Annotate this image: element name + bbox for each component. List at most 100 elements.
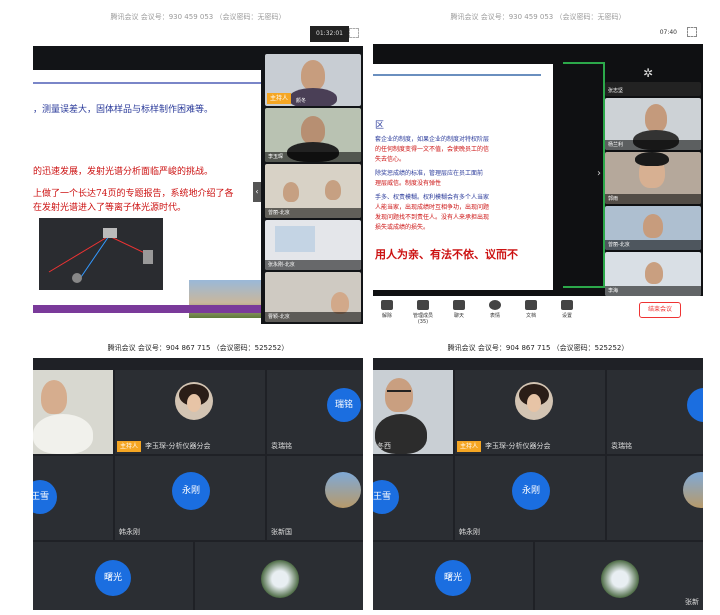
participant-tile[interactable]: 郭雨 bbox=[605, 152, 701, 204]
participant-tile[interactable]: 张志坚 bbox=[605, 82, 701, 96]
participant-tile[interactable]: 曾丽-北京 bbox=[605, 206, 701, 250]
toolbar-label: 聊天 bbox=[453, 313, 464, 319]
emoji-button[interactable]: 表情 bbox=[481, 300, 509, 319]
participant-photo bbox=[515, 382, 553, 420]
members-icon bbox=[417, 300, 429, 310]
participant-tile[interactable]: 李玉琛 bbox=[265, 108, 361, 162]
participant-tile[interactable]: 主持人 颜冬 bbox=[265, 54, 361, 106]
participant-tile[interactable] bbox=[195, 542, 363, 610]
collapse-arrow-icon[interactable]: › bbox=[597, 168, 601, 179]
host-tag: 主持人 bbox=[267, 93, 292, 104]
participant-name: 曾丽-北京 bbox=[265, 208, 361, 218]
host-tag: 主持人 bbox=[457, 441, 482, 452]
glasses-icon bbox=[387, 390, 411, 396]
participant-face bbox=[41, 380, 67, 414]
participant-tile[interactable]: 张永刚-北京 bbox=[265, 220, 361, 270]
participant-name: 李玉琛-分析仪器分会 bbox=[145, 442, 211, 450]
participant-tile[interactable]: 李海 bbox=[605, 252, 701, 296]
participant-name: 杨兰利 bbox=[605, 140, 701, 150]
toolbar-label: 解除 bbox=[381, 313, 392, 319]
participant-tile[interactable]: 王雪 bbox=[33, 456, 113, 540]
slide-line: ，测量误差大，固体样品与标样制作困难等。 bbox=[33, 105, 214, 115]
slide-line: 除奖惩成绩的标准，管理层应在员工面前 bbox=[375, 170, 484, 177]
chat-icon bbox=[453, 300, 465, 310]
fullscreen-icon[interactable] bbox=[687, 27, 697, 37]
settings-button[interactable]: 设置 bbox=[553, 300, 581, 319]
documents-button[interactable]: 文档 bbox=[517, 300, 545, 319]
participant-tile[interactable]: 永刚 韩永刚 bbox=[455, 456, 605, 540]
microphone-icon bbox=[381, 300, 393, 310]
participant-tile[interactable] bbox=[33, 370, 113, 454]
loading-spinner-icon: ✲ bbox=[643, 66, 654, 80]
emoji-icon bbox=[489, 300, 501, 310]
slide-banner: 用人为亲、有法不依、议而不 bbox=[375, 248, 518, 261]
participant-body bbox=[33, 414, 93, 454]
meeting-header: 腾讯会议 会议号：930 459 053 （会议密码：无密码） bbox=[33, 12, 363, 22]
participant-tile[interactable]: 曹颖-北京 bbox=[265, 272, 361, 322]
participant-face bbox=[301, 116, 325, 144]
meeting-timer: 01:32:01 bbox=[310, 26, 349, 42]
meeting-screenshot-top-left: 腾讯会议 会议号：930 459 053 （会议密码：无密码） 01:32:01… bbox=[33, 12, 363, 324]
slide-line: 在发射光谱进入了等离子体光源时代。 bbox=[33, 203, 187, 213]
slide-divider bbox=[33, 82, 261, 84]
participant-avatar bbox=[687, 388, 703, 422]
participant-photo bbox=[601, 560, 639, 598]
manage-members-button[interactable]: 管理成员(35) bbox=[409, 300, 437, 324]
shared-slide: 区 套企业的制度，如果企业的制度对特权阶层 的任何制度变得一文不值，会使晚员工的… bbox=[373, 64, 553, 290]
photo-face bbox=[187, 394, 201, 412]
slide-line: 套企业的制度，如果企业的制度对特权阶层 bbox=[375, 136, 490, 143]
shared-slide: ，测量误差大，固体样品与标样制作困难等。 的迅速发展，发射光谱分析面临严峻的挑战… bbox=[33, 70, 261, 324]
slide-line: 的任何制度变得一文不值，会使晚员工的信 bbox=[375, 146, 490, 153]
meeting-screenshot-top-right: 腾讯会议 会议号：930 459 053 （会议密码：无密码） 07:40 区 … bbox=[373, 12, 703, 324]
slide-line: 上做了一个长达74页的专题报告，系统地介绍了各 bbox=[33, 189, 234, 199]
slide-line: 损失或成绩的损失。 bbox=[375, 224, 430, 231]
participant-tile[interactable]: 张新 bbox=[535, 542, 703, 610]
slide-footer-bar bbox=[33, 305, 261, 313]
chat-button[interactable]: 聊天 bbox=[445, 300, 473, 319]
slide-line: 人能当家，出现成绩时互相争功，出现问题 bbox=[375, 204, 490, 211]
participant-tile[interactable]: 王雪 bbox=[373, 456, 453, 540]
participant-tile[interactable]: 冬西 bbox=[373, 370, 453, 454]
participant-tile[interactable] bbox=[607, 456, 703, 540]
participant-tile[interactable]: 曙光 bbox=[373, 542, 533, 610]
participant-tile[interactable]: 主持人 李玉琛-分析仪器分会 bbox=[115, 370, 265, 454]
end-meeting-button[interactable]: 结束会议 bbox=[639, 302, 681, 318]
participant-photo bbox=[683, 472, 703, 508]
participant-face bbox=[645, 104, 667, 132]
participant-tile[interactable]: 杨兰利 bbox=[605, 98, 701, 150]
room-window bbox=[275, 226, 315, 252]
document-icon bbox=[525, 300, 537, 310]
participant-name: 李海 bbox=[605, 286, 701, 296]
participant-tile[interactable]: 永刚 韩永刚 bbox=[115, 456, 265, 540]
unmute-button[interactable]: 解除 bbox=[373, 300, 401, 319]
slide-line: 理层威信。制度没有弹性 bbox=[375, 180, 442, 187]
participant-name: 张志坚 bbox=[608, 88, 624, 94]
photo-face bbox=[527, 394, 541, 412]
participant-name: 颜冬 bbox=[296, 98, 307, 104]
slide-line: 手多、权责模糊。权利模糊会有多个人当家 bbox=[375, 194, 490, 201]
spectrometer-diagram bbox=[39, 218, 163, 290]
participant-tile[interactable]: 曾丽-北京 bbox=[265, 164, 361, 218]
slide-nav-arrow[interactable]: ‹ bbox=[253, 182, 261, 202]
slide-line: 发现问题找不到责任人。没有人来承担出现 bbox=[375, 214, 490, 221]
participant-name: 李玉琛 bbox=[265, 152, 361, 162]
participant-tile[interactable]: 张新国 bbox=[267, 456, 363, 540]
meeting-screenshot-bottom-left: 腾讯会议 会议号：904 867 715 （会议密码：525252） 主持人 李… bbox=[33, 338, 363, 610]
participant-name: 韩永刚 bbox=[119, 528, 140, 536]
participant-tile[interactable]: 主持人 李玉琛-分析仪器分会 bbox=[455, 370, 605, 454]
slide-line: 的迅速发展，发射光谱分析面临严峻的挑战。 bbox=[33, 167, 214, 177]
participant-tile[interactable]: 曙光 bbox=[33, 542, 193, 610]
toolbar-label: 设置 bbox=[561, 313, 572, 319]
participant-face bbox=[645, 262, 663, 284]
participant-avatar: 永刚 bbox=[512, 472, 550, 510]
participant-face bbox=[331, 292, 349, 314]
participant-tile[interactable]: 瑞铭 袁瑞铭 bbox=[267, 370, 363, 454]
participant-name: 曾丽-北京 bbox=[605, 240, 701, 250]
participant-hair bbox=[635, 152, 669, 166]
meeting-screenshot-bottom-right: 腾讯会议 会议号：904 867 715 （会议密码：525252） 冬西 主持… bbox=[373, 338, 703, 610]
participant-avatar: 王雪 bbox=[373, 480, 399, 514]
fullscreen-icon[interactable] bbox=[349, 28, 359, 38]
participant-avatar: 曙光 bbox=[435, 560, 471, 596]
participant-avatar: 王雪 bbox=[33, 480, 57, 514]
participant-tile[interactable]: 袁瑞铭 bbox=[607, 370, 703, 454]
